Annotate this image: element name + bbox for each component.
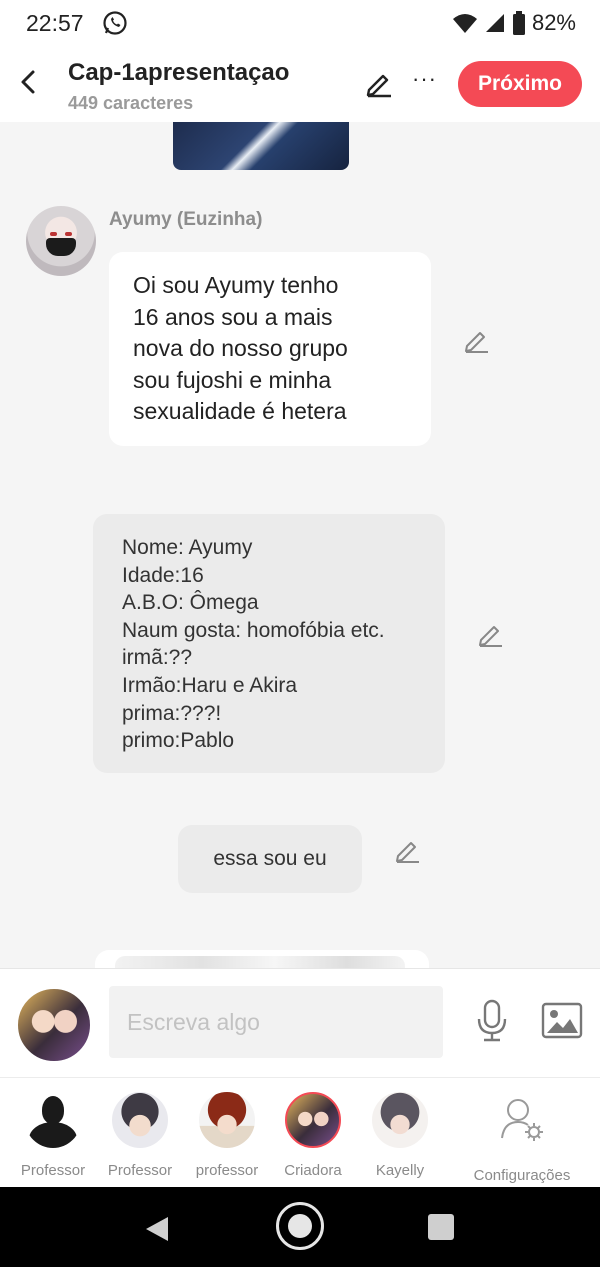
battery-icon <box>512 11 525 35</box>
narration-bubble[interactable]: essa sou eu <box>178 825 362 893</box>
status-icons: 4 82% <box>452 10 576 36</box>
edit-message-button[interactable] <box>477 620 505 648</box>
pencil-icon <box>465 332 488 353</box>
narration-line: Naum gosta: homofóbia etc. <box>122 618 385 642</box>
sender-name: Ayumy (Euzinha) <box>109 209 263 230</box>
character-label: Criadora <box>284 1162 342 1179</box>
narration-line: Nome: Ayumy <box>122 536 253 559</box>
avatar <box>285 1092 341 1148</box>
story-chat[interactable]: Ayumy (Euzinha) Oi sou Ayumy tenho 16 an… <box>0 122 600 968</box>
wifi-icon: 4 <box>452 14 477 34</box>
character-bar: Professor Professor professor Criadora K… <box>0 1077 600 1187</box>
pencil-icon <box>366 74 391 98</box>
user-settings-icon <box>501 1099 543 1141</box>
back-button[interactable] <box>16 66 40 98</box>
narration-line: A.B.O: Ômega <box>122 591 259 615</box>
character-label: Professor <box>107 1162 173 1179</box>
battery-percent: 82% <box>531 10 576 35</box>
pencil-icon <box>396 842 419 863</box>
status-time: 22:57 <box>26 10 84 36</box>
chapter-title[interactable]: Cap-1apresentaçao <box>68 59 289 87</box>
avatar[interactable] <box>16 987 92 1063</box>
narration-line: Idade:16 <box>122 563 204 587</box>
message-input[interactable] <box>109 986 443 1058</box>
character-item[interactable]: Kayelly <box>357 1092 443 1179</box>
avatar[interactable] <box>26 206 96 276</box>
character-item[interactable]: professor <box>184 1092 270 1179</box>
avatar <box>199 1092 255 1148</box>
settings-label: Configurações <box>473 1167 571 1184</box>
character-item[interactable]: Professor <box>97 1092 183 1179</box>
narration-line: prima:???! <box>122 701 222 725</box>
narration-line: essa sou eu <box>213 847 327 870</box>
whatsapp-icon <box>102 10 128 41</box>
status-bar: 22:57 4 82% <box>0 0 600 48</box>
message-bubble[interactable]: Oi sou Ayumy tenho 16 anos sou a mais no… <box>109 252 431 446</box>
system-nav-bar <box>0 1187 600 1267</box>
character-label: Kayelly <box>375 1162 425 1179</box>
editor-header: Cap-1apresentaçao 449 caracteres ··· Pró… <box>0 48 600 122</box>
message-line: sou fujoshi e minha <box>133 366 332 393</box>
composer <box>0 968 600 1077</box>
character-label: professor <box>195 1162 259 1179</box>
message-line: Oi sou Ayumy tenho <box>133 272 339 298</box>
edit-message-button[interactable] <box>463 326 491 354</box>
nav-home-button[interactable] <box>276 1202 324 1250</box>
message-line: nova do nosso grupo <box>133 335 348 361</box>
next-button[interactable]: Próximo <box>458 61 582 107</box>
edit-title-button[interactable] <box>364 68 394 103</box>
settings-button[interactable]: Configurações <box>470 1092 574 1184</box>
triangle-back-icon <box>146 1217 168 1241</box>
message-line: 16 anos sou a mais <box>133 303 333 330</box>
character-count: 449 caracteres <box>68 93 194 113</box>
nav-back-button[interactable] <box>144 1215 170 1248</box>
image-message[interactable] <box>95 950 429 968</box>
signal-icon <box>485 14 504 32</box>
image-icon[interactable] <box>541 1002 583 1045</box>
narration-line: irmã:?? <box>122 646 193 670</box>
more-options-button[interactable]: ··· <box>412 66 437 92</box>
pencil-icon <box>479 626 502 647</box>
message-line: sexualidade é hetera <box>133 398 347 424</box>
svg-text:4: 4 <box>469 25 474 34</box>
narration-line: primo:Pablo <box>122 729 235 753</box>
image-message[interactable] <box>173 122 349 170</box>
character-item[interactable]: Professor <box>10 1092 96 1179</box>
narration-bubble[interactable]: Nome: Ayumy Idade:16 A.B.O: Ômega Naum g… <box>93 514 445 773</box>
avatar <box>112 1092 168 1148</box>
avatar <box>25 1092 81 1148</box>
character-label: Professor <box>20 1162 86 1179</box>
edit-message-button[interactable] <box>394 836 422 864</box>
character-item[interactable]: Criadora <box>270 1092 356 1179</box>
avatar <box>372 1092 428 1148</box>
chevron-left-icon <box>21 70 35 94</box>
nav-recents-button[interactable] <box>428 1214 454 1240</box>
narration-line: Irmão:Haru e Akira <box>122 673 298 697</box>
microphone-icon[interactable] <box>474 999 510 1048</box>
